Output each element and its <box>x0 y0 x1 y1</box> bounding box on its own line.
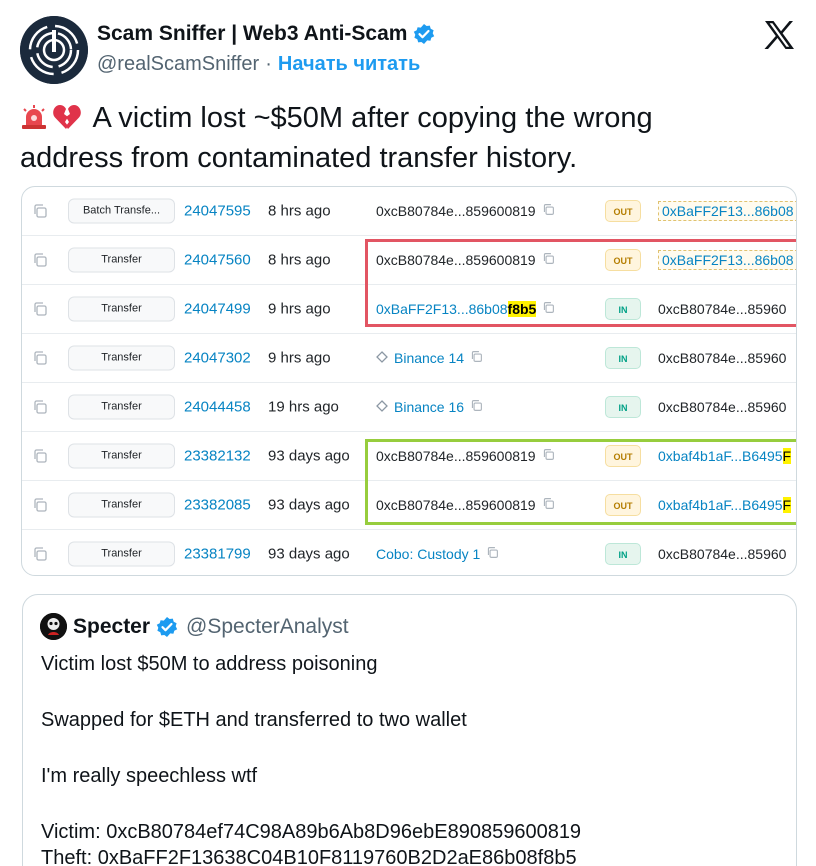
quoted-tweet[interactable]: Specter @SpecterAnalyst Victim lost $50M… <box>22 594 797 866</box>
transaction-screenshot[interactable]: Batch Transfe... 24047595 8 hrs ago 0xcB807… <box>21 186 797 576</box>
block-link[interactable]: 24047302 <box>184 350 251 367</box>
direction-badge: IN <box>605 347 641 369</box>
copy-icon[interactable] <box>470 350 483 366</box>
x-logo-icon[interactable] <box>762 18 796 52</box>
block-link[interactable]: 23382085 <box>184 497 251 514</box>
from-cell: 0xcB80784e...859600819 <box>376 203 555 219</box>
table-row[interactable]: Transfer 24044458 19 hrs ago Binance 16 IN 0x… <box>22 383 796 432</box>
quote-handle[interactable]: @SpecterAnalyst <box>186 615 349 639</box>
to-address[interactable]: 0xcB80784e...85960 <box>658 399 786 415</box>
to-address[interactable]: 0xcB80784e...85960 <box>658 350 786 366</box>
table-row[interactable]: Batch Transfe... 24047595 8 hrs ago 0xcB807… <box>22 187 796 236</box>
from-cell: Binance 16 <box>376 399 483 415</box>
copy-icon[interactable] <box>32 448 48 464</box>
quote-line-theft: Theft: 0xBaFF2F13638C04B10F8119760B2D2aE… <box>41 847 577 866</box>
to-cell: 0xcB80784e...85960 <box>658 399 786 415</box>
copy-icon[interactable] <box>32 350 48 366</box>
age-text: 9 hrs ago <box>268 300 331 318</box>
method-badge: Batch Transfe... <box>68 198 175 224</box>
siren-emoji-icon <box>20 103 48 140</box>
from-address[interactable]: Binance 16 <box>394 399 464 415</box>
quote-line: Victim lost $50M to address poisoning <box>41 653 378 675</box>
copy-icon[interactable] <box>486 546 499 562</box>
age-text: 93 days ago <box>268 496 350 514</box>
age-text: 8 hrs ago <box>268 202 331 220</box>
avatar[interactable] <box>20 16 88 84</box>
method-badge: Transfer <box>68 296 175 322</box>
direction-badge: OUT <box>605 200 641 222</box>
copy-icon[interactable] <box>32 497 48 513</box>
follow-button[interactable]: Начать читать <box>278 53 420 76</box>
age-text: 8 hrs ago <box>268 251 331 269</box>
copy-icon[interactable] <box>470 399 483 415</box>
handle-separator: · <box>265 53 272 75</box>
quote-line: I'm really speechless wtf <box>41 765 258 787</box>
from-cell: Binance 14 <box>376 350 483 366</box>
block-link[interactable]: 24044458 <box>184 399 251 416</box>
quote-display-name[interactable]: Specter <box>73 615 150 639</box>
method-badge: Transfer <box>68 492 175 518</box>
age-text: 9 hrs ago <box>268 349 331 367</box>
block-link[interactable]: 24047595 <box>184 203 251 220</box>
age-text: 19 hrs ago <box>268 398 339 416</box>
method-badge: Transfer <box>68 247 175 273</box>
copy-icon[interactable] <box>32 301 48 317</box>
to-cell: 0xBaFF2F13...86b08 <box>658 201 796 221</box>
tweet-header: Scam Sniffer | Web3 Anti-Scam @realScamS… <box>20 14 800 84</box>
red-highlight-box <box>365 239 796 327</box>
block-link[interactable]: 24047499 <box>184 301 251 318</box>
verified-badge-icon <box>414 24 435 44</box>
quote-line: Swapped for $ETH and transferred to two … <box>41 709 467 731</box>
to-cell: 0xcB80784e...85960 <box>658 350 786 366</box>
direction-badge: IN <box>605 543 641 565</box>
block-link[interactable]: 24047560 <box>184 252 251 269</box>
copy-icon[interactable] <box>32 546 48 562</box>
copy-icon[interactable] <box>32 252 48 268</box>
author-display-name[interactable]: Scam Sniffer | Web3 Anti-Scam <box>97 22 407 46</box>
age-text: 93 days ago <box>268 447 350 465</box>
author-handle[interactable]: @realScamSniffer <box>97 53 259 76</box>
broken-heart-emoji-icon <box>52 103 82 140</box>
contract-icon <box>376 399 388 415</box>
method-badge: Transfer <box>68 443 175 469</box>
method-badge: Transfer <box>68 541 175 567</box>
green-highlight-box <box>365 439 796 525</box>
verified-badge-icon <box>156 616 178 637</box>
block-link[interactable]: 23382132 <box>184 448 251 465</box>
contract-icon <box>376 350 388 366</box>
from-address: 0xcB80784e...859600819 <box>376 203 536 219</box>
block-link[interactable]: 23381799 <box>184 546 251 563</box>
from-address[interactable]: Cobo: Custody 1 <box>376 546 480 562</box>
direction-badge: IN <box>605 396 641 418</box>
copy-icon[interactable] <box>542 203 555 219</box>
method-badge: Transfer <box>68 345 175 371</box>
from-address[interactable]: Binance 14 <box>394 350 464 366</box>
copy-icon[interactable] <box>32 399 48 415</box>
scam-sniffer-logo-icon <box>20 16 88 84</box>
tweet-text-line1: A victim lost ~$50M after copying the wr… <box>92 102 653 134</box>
method-badge: Transfer <box>68 394 175 420</box>
to-address[interactable]: 0xBaFF2F13...86b08 <box>662 203 794 219</box>
to-address[interactable]: 0xcB80784e...85960 <box>658 546 786 562</box>
tweet-text: A victim lost ~$50M after copying the wr… <box>20 100 790 176</box>
specter-avatar-icon <box>40 613 67 640</box>
table-row[interactable]: Transfer 23381799 93 days ago Cobo: Custody… <box>22 530 796 575</box>
age-text: 93 days ago <box>268 545 350 563</box>
to-cell: 0xcB80784e...85960 <box>658 546 786 562</box>
quote-line-victim: Victim: 0xcB80784ef74C98A89b6Ab8D96ebE89… <box>41 821 582 843</box>
quote-avatar[interactable] <box>40 613 67 640</box>
table-row[interactable]: Transfer 24047302 9 hrs ago Binance 14 IN 0xc… <box>22 334 796 383</box>
copy-icon[interactable] <box>32 203 48 219</box>
tweet-text-line2: address from contaminated transfer histo… <box>20 142 578 174</box>
from-cell: Cobo: Custody 1 <box>376 546 499 562</box>
